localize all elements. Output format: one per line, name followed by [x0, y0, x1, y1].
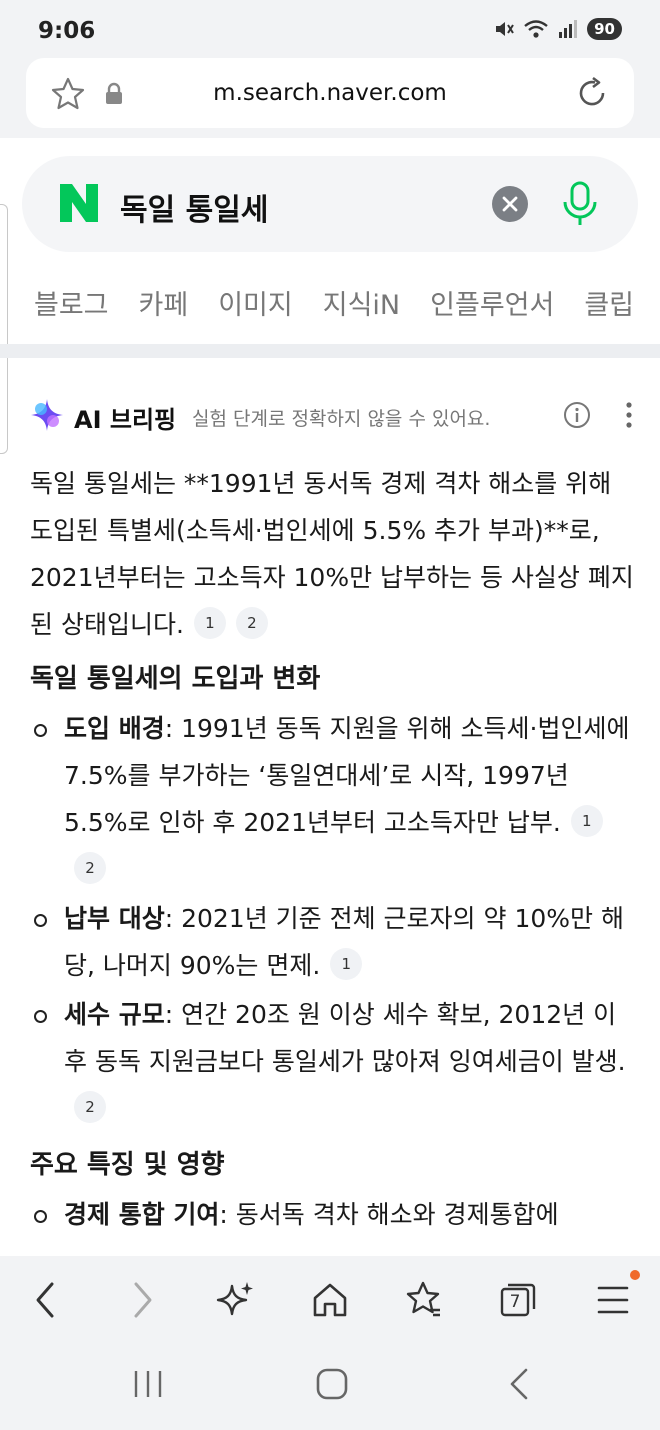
- home-button-icon[interactable]: [314, 1366, 350, 1402]
- bullet-term: 세수 규모: [64, 1000, 165, 1029]
- close-icon: [502, 196, 518, 212]
- wifi-icon: [524, 20, 548, 38]
- bullet-list: 경제 통합 기여: 동서독 격차 해소와 경제통합에: [30, 1191, 636, 1238]
- bullet-list: 도입 배경: 1991년 동독 지원을 위해 소득세·법인세에 7.5%를 부가…: [30, 705, 636, 1132]
- more-options-icon[interactable]: [624, 400, 634, 430]
- ai-briefing-disclaimer: 실험 단계로 정확하지 않을 수 있어요.: [192, 408, 491, 430]
- tab-image[interactable]: 이미지: [218, 290, 293, 321]
- system-back-icon[interactable]: [502, 1366, 538, 1402]
- search-query[interactable]: 독일 통일세: [120, 185, 268, 229]
- naver-logo-icon[interactable]: [58, 182, 100, 224]
- list-item: 납부 대상: 2021년 기준 전체 근로자의 약 10%만 해당, 나머지 9…: [30, 895, 636, 989]
- status-icons: 90: [493, 18, 622, 40]
- battery-indicator: 90: [587, 18, 622, 40]
- citation-badge[interactable]: 1: [570, 805, 603, 837]
- tab-blog[interactable]: 블로그: [34, 290, 109, 321]
- list-item: 도입 배경: 1991년 동독 지원을 위해 소득세·법인세에 7.5%를 부가…: [30, 705, 636, 893]
- page-content: 독일 통일세 블로그 카페 이미지 지식iN 인플루언서 클립 AI 브리핑 실험 단계로…: [0, 138, 660, 1256]
- tab-kin[interactable]: 지식iN: [323, 290, 400, 321]
- ai-briefing-title: AI 브리핑: [74, 406, 177, 434]
- forward-arrow-icon[interactable]: [128, 1280, 158, 1320]
- citation-badge[interactable]: 1: [193, 607, 226, 639]
- browser-toolbar: 7: [0, 1256, 660, 1346]
- scroll-handle[interactable]: [0, 204, 8, 454]
- ai-briefing-header: AI 브리핑 실험 단계로 정확하지 않을 수 있어요.: [30, 396, 640, 436]
- status-bar: 9:06 90: [0, 0, 660, 56]
- ai-briefing-body: 독일 통일세는 **1991년 동서독 경제 격차 해소를 위해 도입된 특별세…: [30, 460, 636, 1240]
- clear-search-button[interactable]: [492, 186, 528, 222]
- section-title: 독일 통일세의 도입과 변화: [30, 664, 321, 694]
- list-item: 경제 통합 기여: 동서독 격차 해소와 경제통합에: [30, 1191, 636, 1238]
- home-icon[interactable]: [310, 1280, 350, 1320]
- tab-cafe[interactable]: 카페: [139, 290, 189, 321]
- bullet-term: 도입 배경: [64, 714, 165, 743]
- tabs-count: 7: [509, 1292, 521, 1312]
- system-nav-bar: [0, 1346, 660, 1430]
- bullet-text: : 동서독 격차 해소와 경제통합에: [219, 1200, 559, 1229]
- bookmarks-icon[interactable]: [404, 1280, 444, 1320]
- search-box[interactable]: 독일 통일세: [22, 156, 638, 252]
- mute-icon: [496, 22, 514, 36]
- ai-sparkle-button-icon[interactable]: [216, 1280, 256, 1320]
- section-divider: [0, 344, 660, 358]
- summary-paragraph: 독일 통일세는 **1991년 동서독 경제 격차 해소를 위해 도입된 특별세…: [30, 460, 636, 648]
- reload-icon[interactable]: [574, 75, 610, 111]
- url-bar[interactable]: m.search.naver.com: [26, 58, 634, 128]
- signal-icon: [559, 20, 578, 38]
- bullet-term: 경제 통합 기여: [64, 1200, 220, 1229]
- recent-apps-icon[interactable]: [130, 1366, 166, 1402]
- list-item: 세수 규모: 연간 20조 원 이상 세수 확보, 2012년 이후 동독 지원…: [30, 991, 636, 1132]
- status-time: 9:06: [38, 18, 96, 44]
- citation-badge[interactable]: 2: [74, 852, 106, 884]
- citation-badge[interactable]: 2: [74, 1091, 106, 1123]
- info-icon[interactable]: [562, 400, 592, 430]
- tab-influencer[interactable]: 인플루언서: [430, 290, 554, 321]
- url-text[interactable]: m.search.naver.com: [26, 80, 634, 106]
- search-tabs: 블로그 카페 이미지 지식iN 인플루언서 클립: [34, 283, 660, 322]
- tabs-button[interactable]: 7: [498, 1280, 538, 1320]
- tab-clip[interactable]: 클립: [584, 290, 634, 321]
- citation-badge[interactable]: 1: [330, 948, 363, 980]
- menu-icon[interactable]: [596, 1280, 630, 1320]
- bullet-term: 납부 대상: [64, 904, 165, 933]
- ai-sparkle-icon: [31, 399, 63, 431]
- section-title: 주요 특징 및 영향: [30, 1150, 225, 1180]
- summary-text: 독일 통일세는 **1991년 동서독 경제 격차 해소를 위해 도입된 특별세…: [30, 469, 634, 639]
- citation-badge[interactable]: 2: [235, 607, 268, 639]
- back-arrow-icon[interactable]: [30, 1280, 60, 1320]
- notification-dot: [630, 1270, 640, 1280]
- mic-icon[interactable]: [558, 180, 602, 228]
